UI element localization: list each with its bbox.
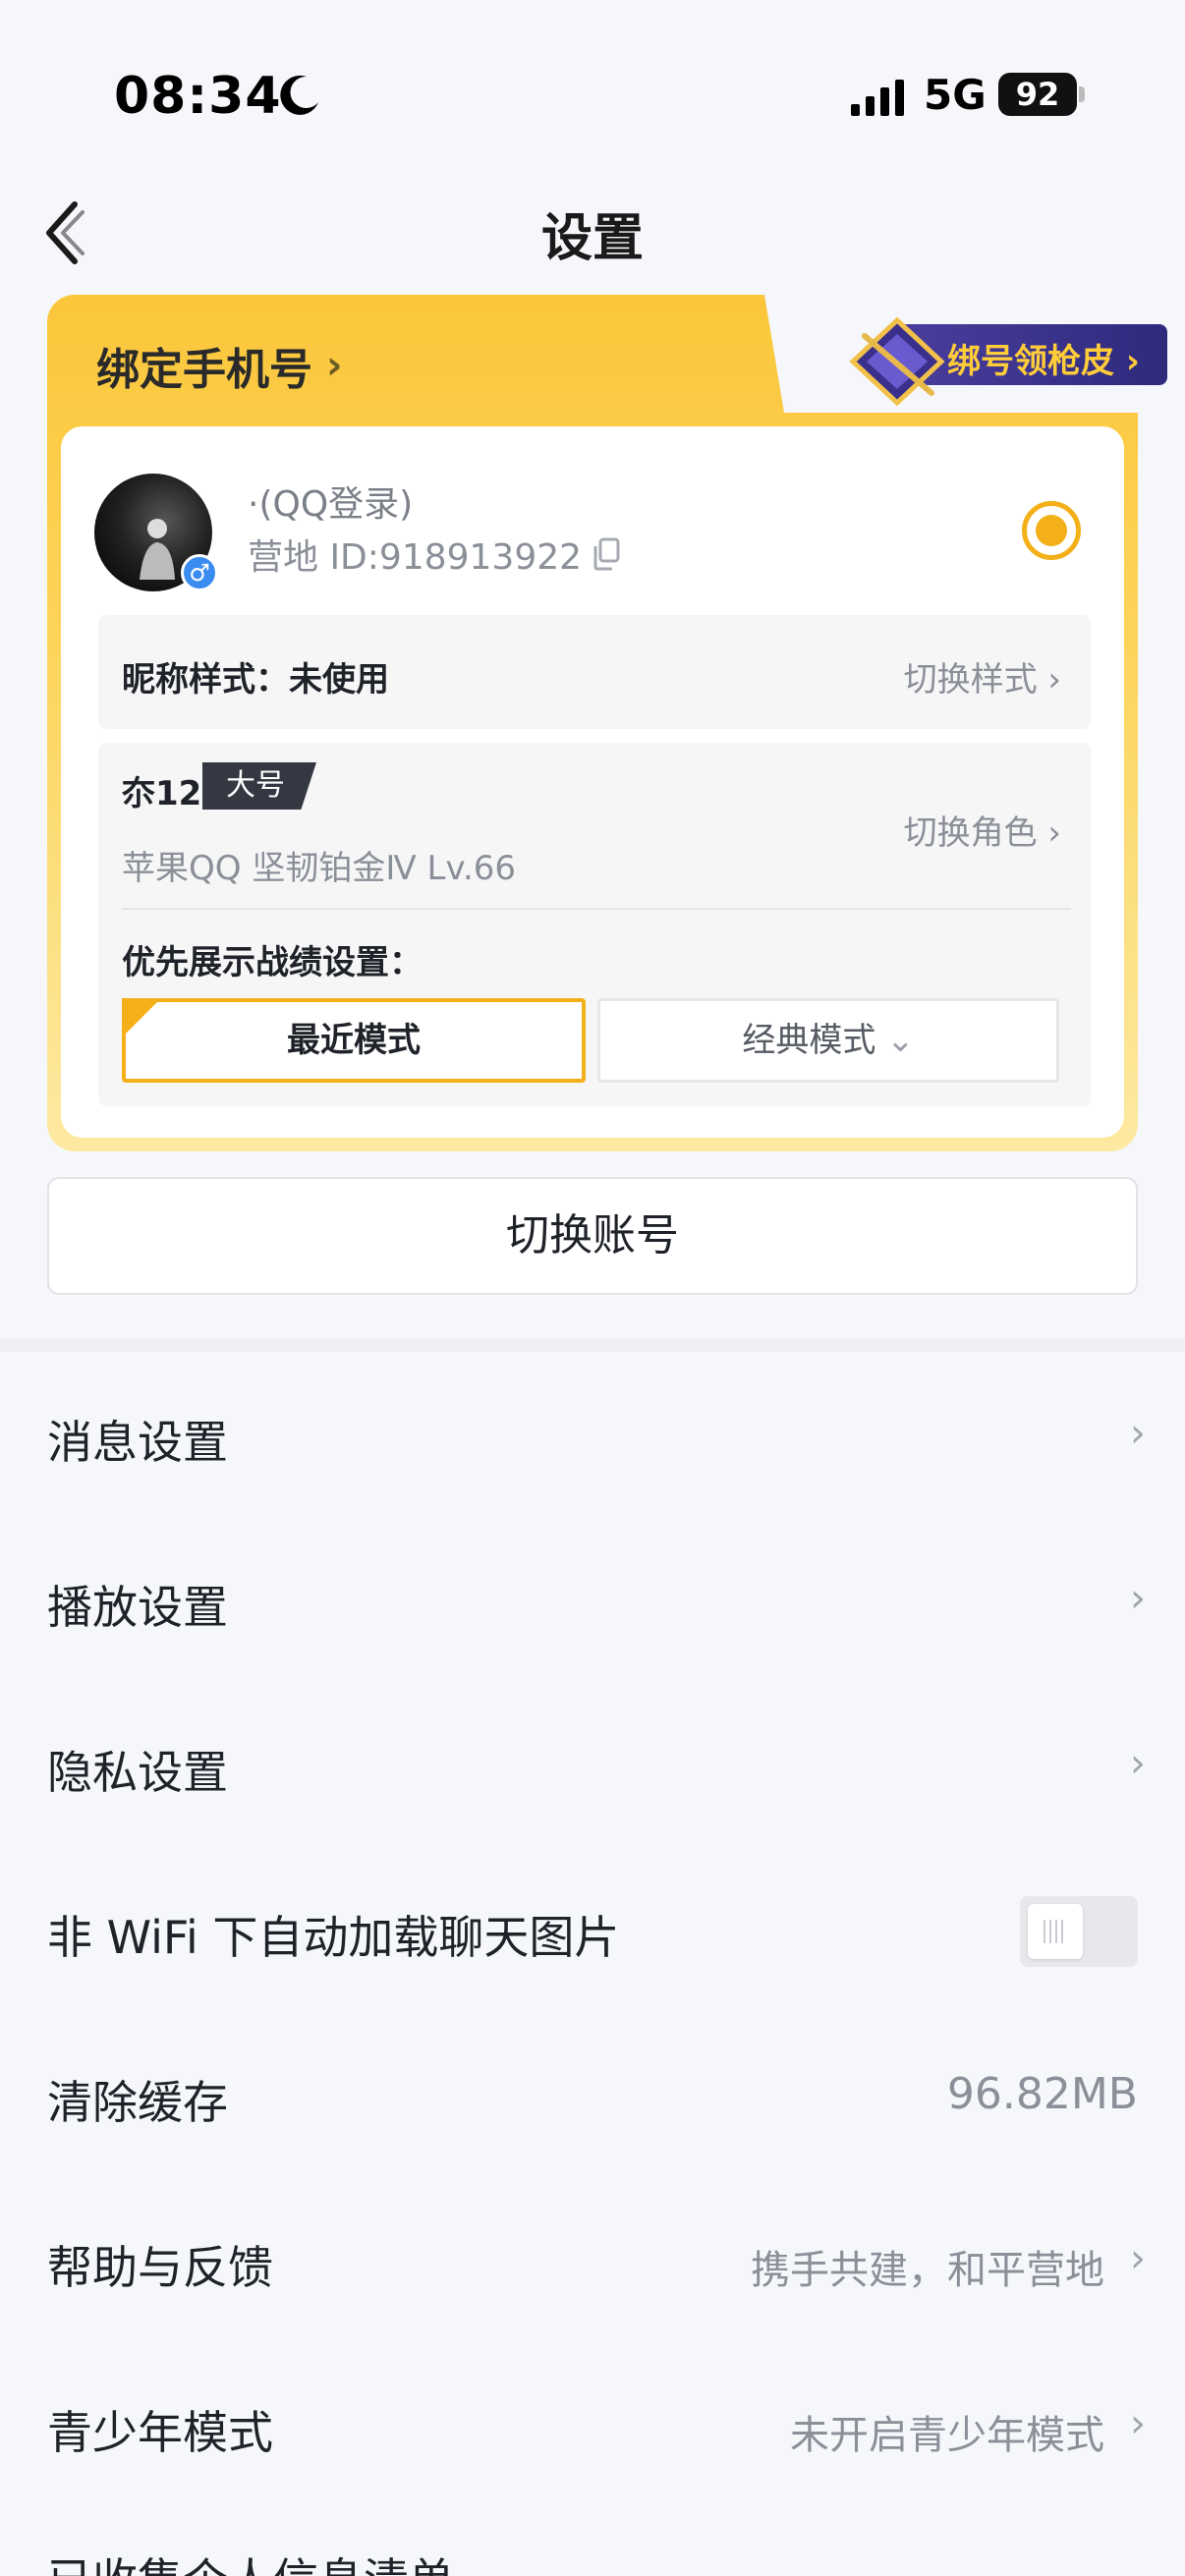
chevron-right-icon: › [1130, 1741, 1146, 1786]
role-switch[interactable]: 切换角色 › [904, 806, 1061, 854]
bind-badge-label: 绑号领枪皮 › [947, 342, 1140, 381]
settings-row-playback[interactable]: 播放设置 › [0, 1517, 1185, 1682]
status-bar: 08:34 5G 92 [0, 59, 1185, 138]
toggle-knob [1028, 1904, 1083, 1959]
settings-row-privacy[interactable]: 隐私设置 › [0, 1682, 1185, 1847]
settings-row-wifi-images: 非 WiFi 下自动加载聊天图片 [0, 1847, 1185, 2012]
switch-account-button[interactable]: 切换账号 [47, 1177, 1138, 1295]
role-info: 苹果QQ 坚韧铂金Ⅳ Lv.66 [122, 849, 517, 888]
settings-row-personal-info[interactable]: 已收集个人信息清单 [47, 2545, 454, 2576]
battery-icon: 92 [998, 73, 1077, 116]
selected-corner-icon [122, 998, 161, 1037]
mode-recent-button[interactable]: 最近模式 [122, 998, 586, 1083]
mode-classic-dropdown[interactable]: 经典模式 ⌄ [597, 998, 1059, 1083]
account-card: 绑定手机号 › 绑号领枪皮 › ♂ ·(QQ登录) 营地 ID:91891392… [47, 295, 1167, 1151]
account-selected-radio[interactable] [1022, 501, 1081, 560]
camp-id-row: 营地 ID:918913922 [248, 529, 621, 580]
chevron-down-icon: ⌄ [886, 1021, 915, 1060]
mode-recent-label: 最近模式 [287, 1021, 421, 1060]
row-label: 清除缓存 [47, 2076, 228, 2129]
row-label: 隐私设置 [47, 1746, 228, 1799]
nickname-style-label: 昵称样式：未使用 [122, 660, 389, 700]
row-label: 播放设置 [47, 1581, 228, 1634]
row-value: 未开启青少年模式 [790, 2413, 1104, 2458]
settings-list: 消息设置 › 播放设置 › 隐私设置 › 非 WiFi 下自动加载聊天图片 清除… [0, 1352, 1185, 2507]
login-type: ·(QQ登录) [248, 484, 414, 525]
chevron-right-icon: › [1130, 2401, 1146, 2446]
role-name: 夵12 [122, 774, 202, 813]
network-type: 5G [924, 71, 987, 119]
wifi-autoload-toggle[interactable] [1020, 1896, 1138, 1967]
settings-row-teen-mode[interactable]: 青少年模式 未开启青少年模式 › [0, 2342, 1185, 2507]
nickname-switch[interactable]: 切换样式 › [904, 652, 1061, 700]
signal-icon [851, 80, 904, 116]
nav-header: 设置 [0, 187, 1185, 275]
bind-phone-label: 绑定手机号 [96, 345, 312, 395]
settings-row-message[interactable]: 消息设置 › [0, 1352, 1185, 1517]
record-pref-label: 优先展示战绩设置： [122, 943, 423, 982]
divider [122, 908, 1071, 910]
row-value: 携手共建，和平营地 [751, 2248, 1104, 2293]
status-time: 08:34 [114, 67, 282, 126]
camp-id: 营地 ID:918913922 [248, 537, 583, 578]
page-title: 设置 [540, 209, 644, 268]
battery-tip [1079, 86, 1085, 102]
copy-icon[interactable] [592, 537, 621, 571]
role-tag: 大号 [202, 762, 309, 810]
chevron-right-icon: › [1130, 2236, 1146, 2281]
bind-phone-link[interactable]: 绑定手机号 › [96, 334, 342, 397]
nickname-style-row[interactable]: 昵称样式：未使用 切换样式 › [98, 615, 1091, 729]
moon-icon [280, 75, 318, 115]
row-label: 帮助与反馈 [47, 2241, 273, 2294]
role-box: 夵12 大号 苹果QQ 坚韧铂金Ⅳ Lv.66 切换角色 › 优先展示战绩设置：… [98, 743, 1091, 1106]
account-card-inner: ♂ ·(QQ登录) 营地 ID:918913922 昵称样式：未使用 切换样式 … [61, 426, 1124, 1138]
gender-badge: ♂ [181, 554, 218, 591]
settings-row-clear-cache[interactable]: 清除缓存 96.82MB [0, 2012, 1185, 2177]
avatar-figure-icon [140, 519, 175, 580]
row-label: 消息设置 [47, 1416, 228, 1469]
section-divider [0, 1338, 1185, 1352]
settings-row-help[interactable]: 帮助与反馈 携手共建，和平营地 › [0, 2177, 1185, 2342]
gun-emblem-icon [849, 316, 945, 407]
chevron-right-icon: › [1130, 1576, 1146, 1621]
bind-reward-badge[interactable]: 绑号领枪皮 › [814, 316, 1167, 407]
chevron-right-icon: › [326, 343, 343, 388]
row-label: 青少年模式 [47, 2406, 273, 2459]
row-label: 非 WiFi 下自动加载聊天图片 [47, 1911, 620, 1964]
chevron-right-icon: › [1130, 1411, 1146, 1456]
mode-classic-label: 经典模式 [742, 1021, 876, 1060]
cache-size: 96.82MB [946, 2069, 1138, 2119]
